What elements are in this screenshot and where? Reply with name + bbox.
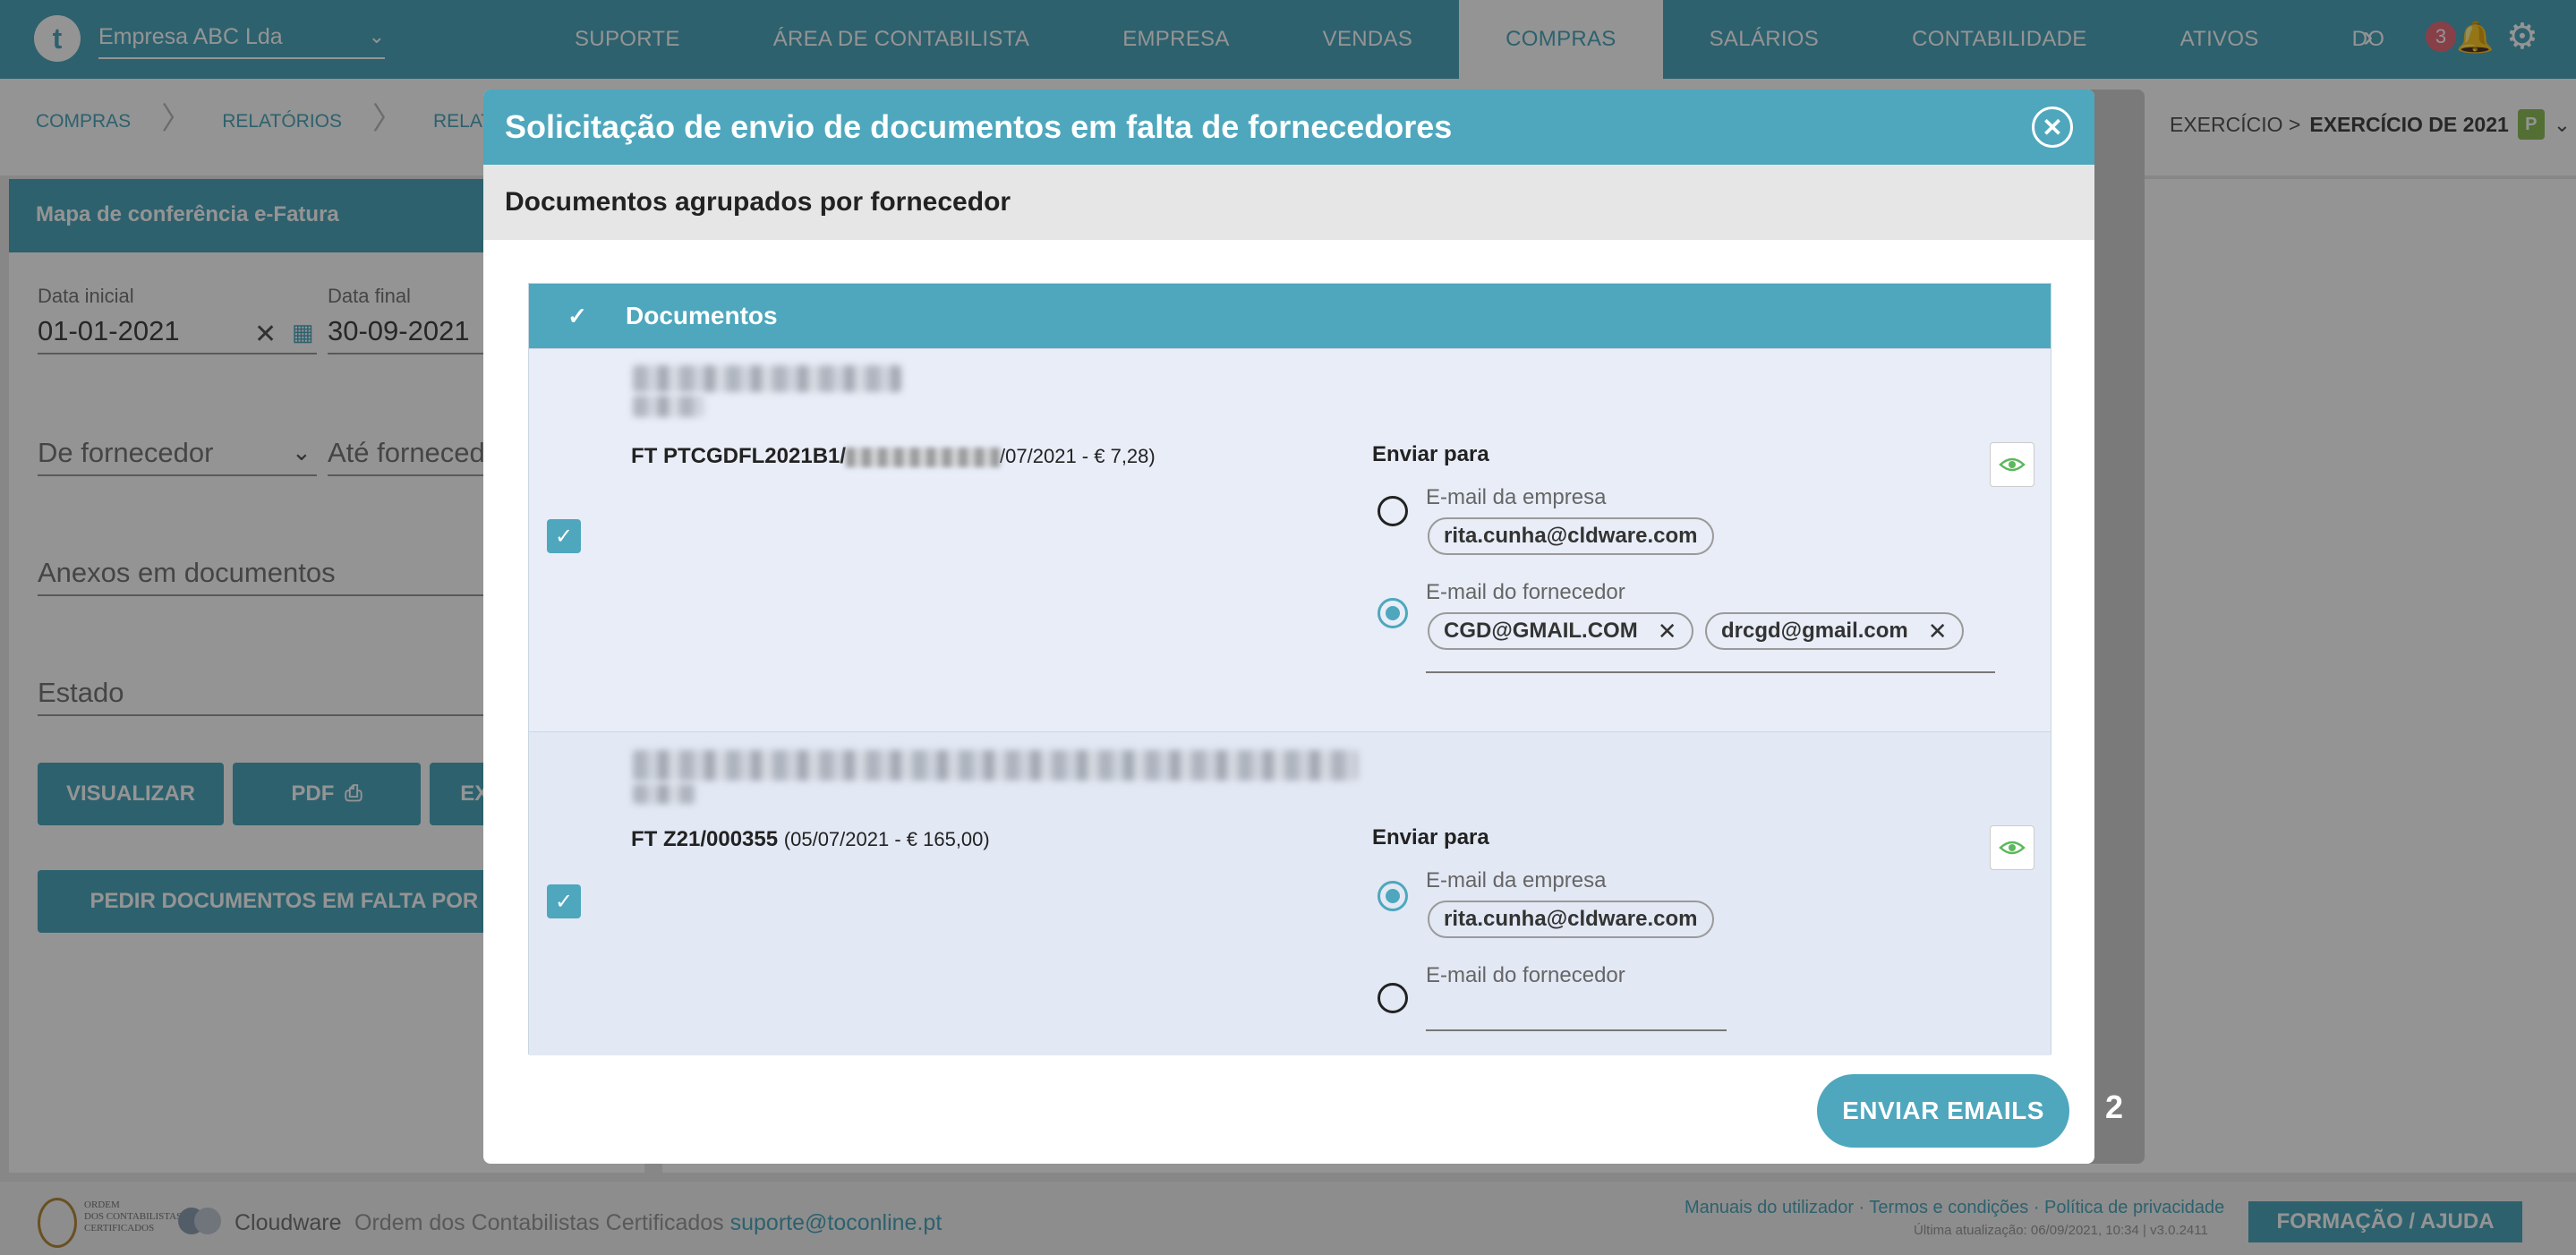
radio-supplier-email[interactable] [1378,598,1408,628]
doc-detail: /07/2021 - € 7,28) [1000,445,1156,467]
background-page-number: 2 [2105,1089,2124,1125]
company-email-value: rita.cunha@cldware.com [1444,524,1698,548]
document-reference: FT PTCGDFL2021B1/ /07/2021 - € 7,28) [631,444,1156,469]
preview-eye-icon[interactable] [1990,825,2034,870]
select-all-checkmark-icon[interactable]: ✓ [529,303,626,330]
supplier-email-input[interactable] [1426,671,1995,673]
company-email-value: rita.cunha@cldware.com [1444,907,1698,931]
supplier-email-chip: drcgd@gmail.com ✕ [1705,612,1964,650]
preview-eye-icon[interactable] [1990,442,2034,487]
dialog-header: Solicitação de envio de documentos em fa… [483,90,2094,165]
grid-header: ✓ Documentos [529,284,2051,348]
redacted-supplier-name [633,750,1358,781]
dialog-title: Solicitação de envio de documentos em fa… [505,108,1453,145]
supplier-row: ✓ FT PTCGDFL2021B1/ /07/2021 - € 7,28) En… [529,348,2051,731]
remove-email-icon[interactable]: ✕ [1658,618,1677,645]
supplier-email-value: drcgd@gmail.com [1721,619,1908,643]
row-checkbox[interactable]: ✓ [547,519,581,553]
document-reference: FT Z21/000355 (05/07/2021 - € 165,00) [631,827,990,852]
supplier-row: ✓ FT Z21/000355 (05/07/2021 - € 165,00) … [529,731,2051,1055]
supplier-email-input[interactable] [1426,1029,1727,1031]
row-checkbox[interactable]: ✓ [547,884,581,918]
supplier-email-chip: CGD@GMAIL.COM ✕ [1428,612,1693,650]
doc-detail: (05/07/2021 - € 165,00) [783,828,990,850]
remove-email-icon[interactable]: ✕ [1928,618,1948,645]
radio-company-email[interactable] [1378,881,1408,911]
company-email-chip: rita.cunha@cldware.com [1428,517,1714,555]
company-email-label: E-mail da empresa [1426,485,1607,509]
company-email-label: E-mail da empresa [1426,868,1607,892]
doc-number: FT PTCGDFL2021B1/ [631,444,847,468]
supplier-email-label: E-mail do fornecedor [1426,963,1625,987]
redacted-supplier-nif [633,396,704,417]
send-emails-button[interactable]: ENVIAR EMAILS [1817,1074,2069,1148]
radio-supplier-email[interactable] [1378,983,1408,1013]
column-documents: Documentos [626,302,778,329]
company-email-chip: rita.cunha@cldware.com [1428,901,1714,938]
close-icon[interactable]: ✕ [2032,107,2073,148]
supplier-email-value: CGD@GMAIL.COM [1444,619,1638,643]
send-to-label: Enviar para [1372,442,1489,466]
dialog-subtitle: Documentos agrupados por fornecedor [483,165,2094,240]
missing-docs-dialog: Solicitação de envio de documentos em fa… [483,90,2094,1164]
doc-number: FT Z21/000355 [631,827,779,851]
supplier-email-label: E-mail do fornecedor [1426,580,1625,604]
documents-grid: ✓ Documentos ✓ FT PTCGDFL2021B1/ /07/2021… [528,283,2051,1055]
radio-company-email[interactable] [1378,496,1408,526]
redacted-supplier-nif [633,784,695,804]
redacted-doc-number [846,447,1001,467]
redacted-supplier-name [633,365,901,392]
send-to-label: Enviar para [1372,825,1489,849]
